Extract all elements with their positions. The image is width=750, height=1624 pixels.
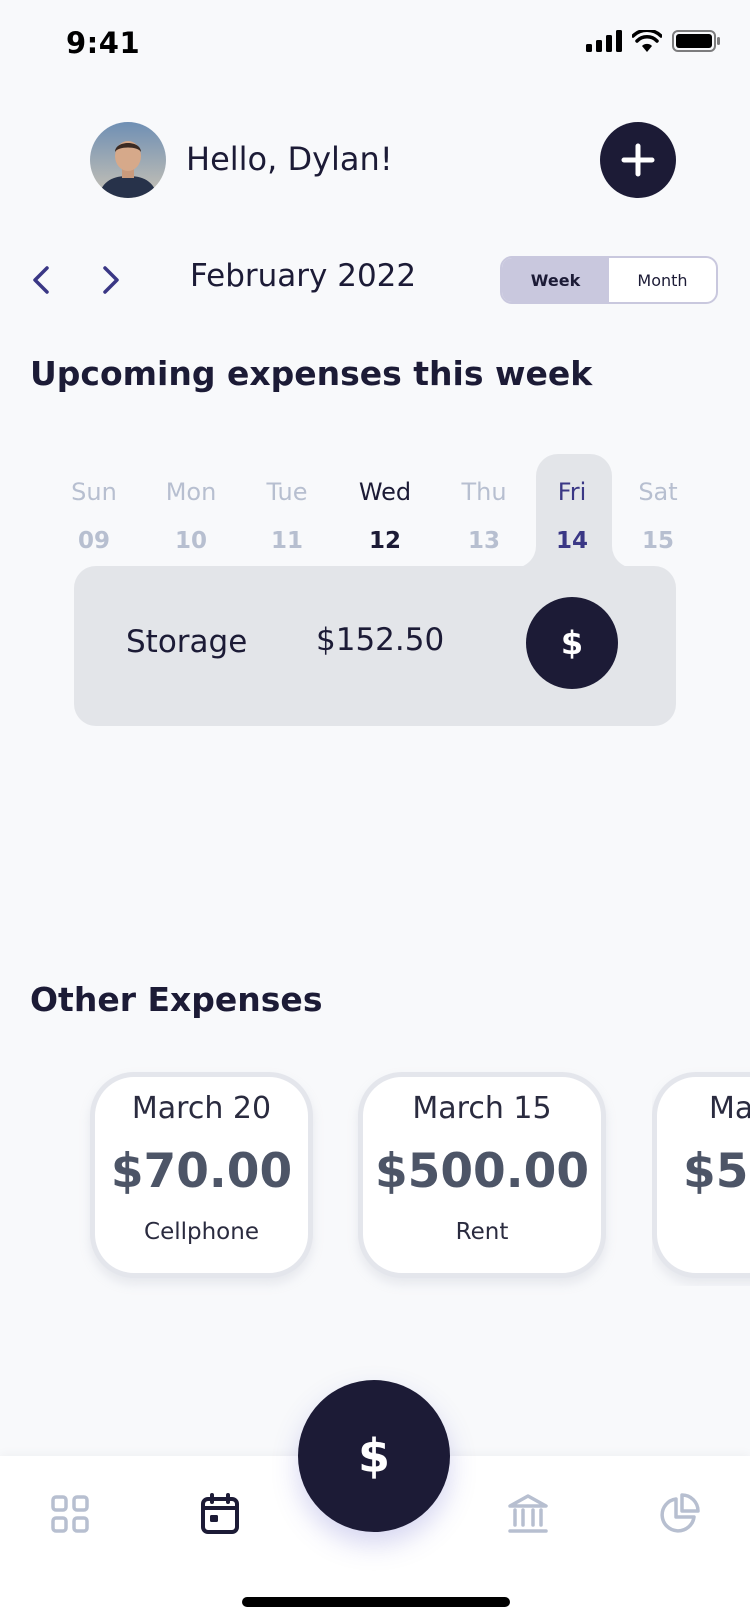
day-name: Sun xyxy=(71,478,117,506)
wifi-icon xyxy=(632,30,662,52)
chevron-right-icon xyxy=(103,266,119,294)
previous-period-button[interactable] xyxy=(26,262,56,298)
day-number: 10 xyxy=(174,528,207,554)
upcoming-title: Upcoming expenses this week xyxy=(30,354,593,393)
day-name: Sat xyxy=(638,478,678,506)
add-expense-button[interactable] xyxy=(600,122,676,198)
pie-chart-icon xyxy=(660,1493,700,1533)
other-expense-card[interactable]: March 15 $500.00 Rent xyxy=(358,1072,606,1278)
day-name: Tue xyxy=(266,478,308,506)
day-tue[interactable]: Tue 11 xyxy=(247,478,327,554)
chevron-left-icon xyxy=(33,266,49,294)
expense-amount: $152.50 xyxy=(316,622,445,658)
expense-date: March 20 xyxy=(131,1091,272,1126)
day-number: 13 xyxy=(467,528,500,554)
expense-date: March 15 xyxy=(412,1091,552,1126)
day-thu[interactable]: Thu 13 xyxy=(444,478,524,554)
other-expenses-title: Other Expenses xyxy=(30,980,323,1019)
other-expense-card[interactable]: March $500.00 xyxy=(652,1072,750,1278)
expense-name: Storage xyxy=(126,624,248,660)
day-number: 12 xyxy=(368,528,401,554)
status-icons xyxy=(586,30,720,52)
day-name: Fri xyxy=(557,478,587,506)
view-toggle: Week Month xyxy=(500,256,718,304)
expense-amount: $70.00 xyxy=(110,1144,293,1199)
battery-icon xyxy=(672,30,720,52)
tab-dashboard[interactable] xyxy=(46,1490,94,1538)
expense-amount: $500.00 xyxy=(374,1144,590,1199)
plus-icon xyxy=(621,143,655,177)
expense-label: Rent xyxy=(455,1219,509,1245)
expense-label: Cellphone xyxy=(144,1219,259,1245)
tab-reports[interactable] xyxy=(655,1490,703,1538)
card-clip: March $500.00 xyxy=(652,1066,750,1286)
next-period-button[interactable] xyxy=(96,262,126,298)
bank-icon xyxy=(508,1494,548,1533)
day-sun[interactable]: Sun 09 xyxy=(54,478,134,554)
signal-icon xyxy=(586,30,622,52)
expense-date: March xyxy=(709,1091,750,1126)
day-number: 15 xyxy=(641,528,674,554)
day-wed[interactable]: Wed 12 xyxy=(345,478,425,554)
other-expense-card[interactable]: March 20 $70.00 Cellphone xyxy=(90,1072,313,1278)
tab-calendar[interactable] xyxy=(196,1490,244,1538)
calendar-icon xyxy=(201,1493,239,1534)
day-name: Thu xyxy=(461,478,507,506)
expense-amount: $500.00 xyxy=(683,1144,750,1199)
status-time: 9:41 xyxy=(66,26,141,60)
dashboard-icon xyxy=(51,1495,89,1533)
day-name: Mon xyxy=(165,478,217,506)
week-view-button[interactable]: Week xyxy=(502,258,609,302)
day-name: Wed xyxy=(358,478,412,506)
month-label: February 2022 xyxy=(190,258,417,294)
day-mon[interactable]: Mon 10 xyxy=(151,478,231,554)
tab-bank[interactable] xyxy=(504,1490,552,1538)
dollar-icon: $ xyxy=(560,624,584,662)
avatar[interactable] xyxy=(90,122,166,198)
day-fri[interactable]: Fri 14 xyxy=(532,478,612,554)
day-number: 09 xyxy=(77,528,110,554)
greeting: Hello, Dylan! xyxy=(186,140,393,178)
dollar-icon: $ xyxy=(357,1429,390,1483)
day-number: 14 xyxy=(555,528,588,554)
pay-expense-button[interactable]: $ xyxy=(526,597,618,689)
home-indicator xyxy=(242,1597,510,1607)
month-view-button[interactable]: Month xyxy=(609,258,716,302)
day-sat[interactable]: Sat 15 xyxy=(618,478,698,554)
add-payment-button[interactable]: $ xyxy=(298,1380,450,1532)
day-number: 11 xyxy=(270,528,303,554)
